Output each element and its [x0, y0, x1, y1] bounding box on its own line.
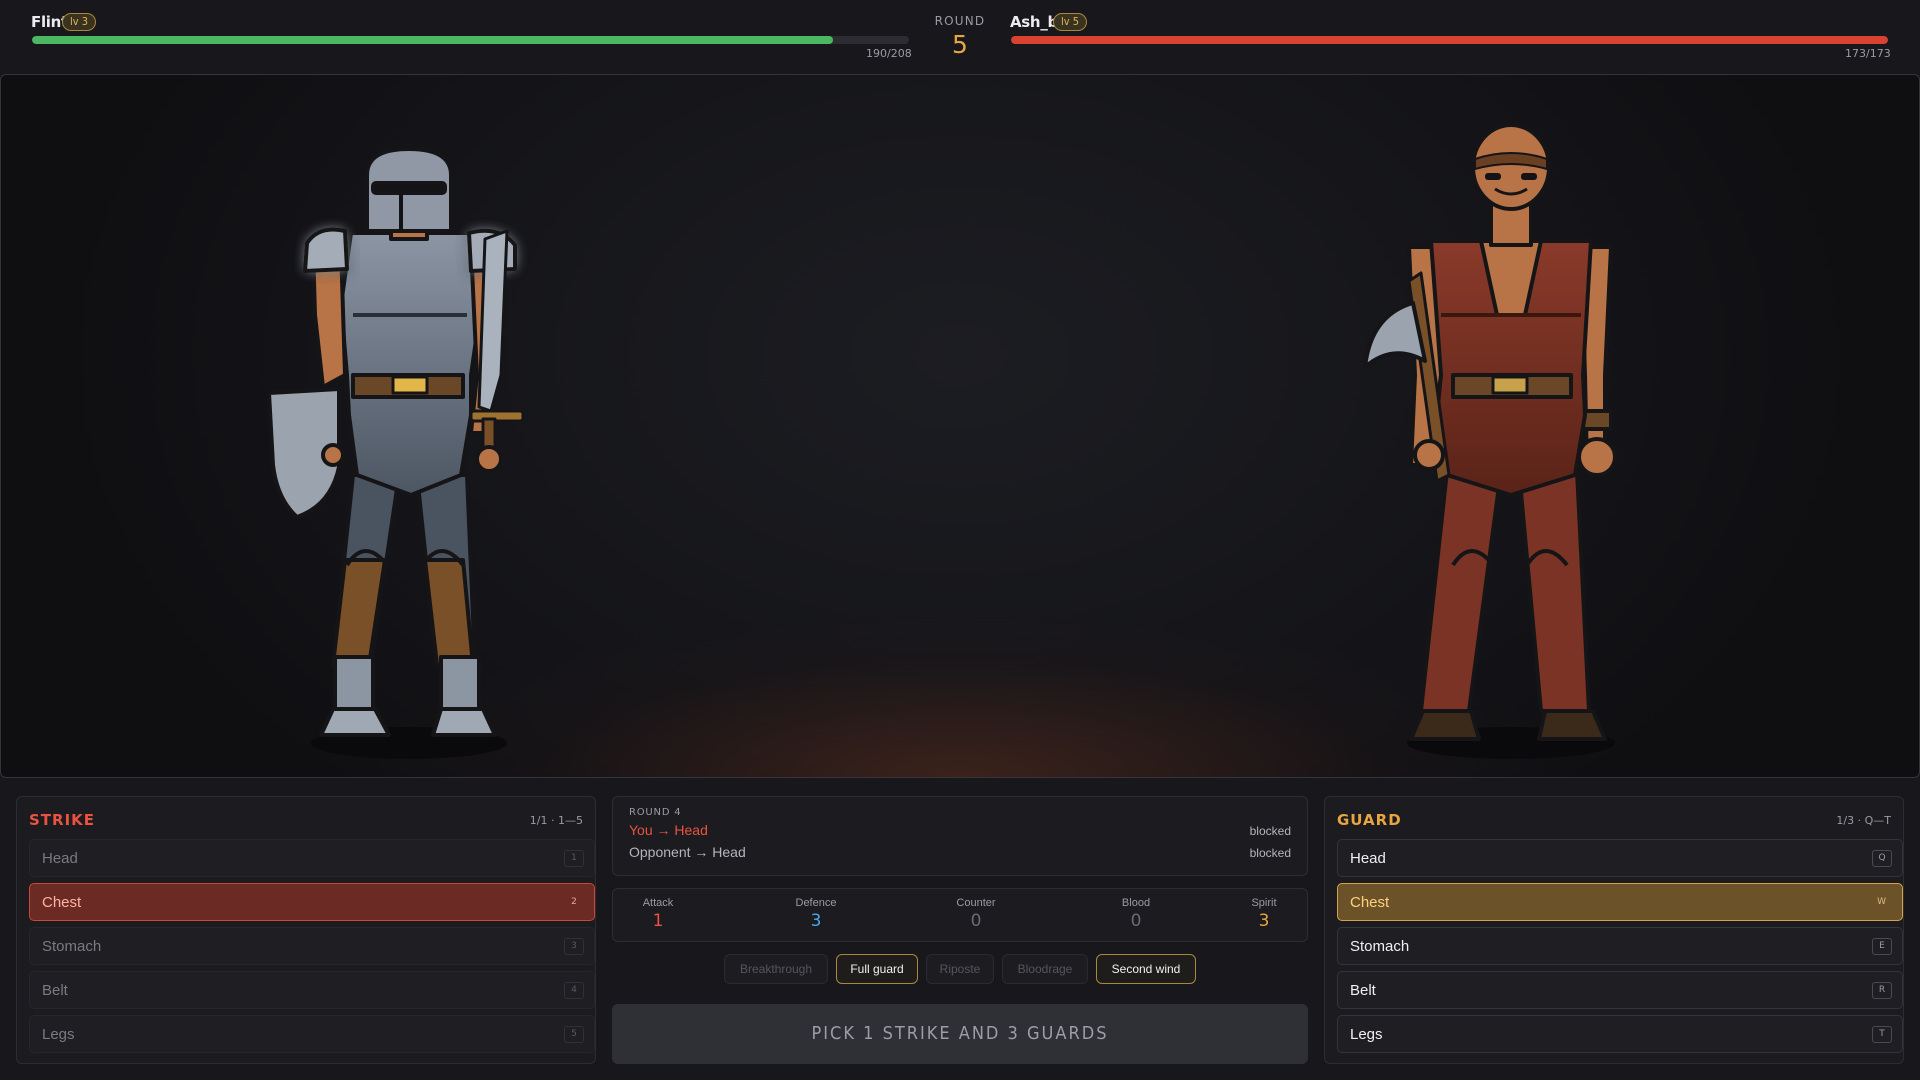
- hotkey-badge: 3: [564, 938, 584, 955]
- guard-meta: 1/3 · Q—T: [1836, 814, 1891, 827]
- strike-option-belt[interactable]: Belt 4: [29, 971, 595, 1009]
- stat-value: 1: [652, 911, 664, 931]
- stat-value: 0: [1130, 911, 1142, 931]
- stat-blood: Blood 0: [1091, 897, 1181, 931]
- strike-option-chest[interactable]: Chest 2: [29, 883, 595, 921]
- strike-option-label: Chest: [42, 894, 82, 911]
- opponent-health-fill: [1011, 36, 1888, 44]
- stat-label: Blood: [1121, 897, 1151, 909]
- stat-counter: Counter 0: [931, 897, 1021, 931]
- guard-option-label: Legs: [1350, 1026, 1383, 1043]
- opponent-health-bar: [1011, 36, 1888, 44]
- ability-breakthrough[interactable]: Breakthrough: [724, 954, 828, 984]
- guard-title: GUARD: [1337, 811, 1402, 829]
- hotkey-badge: 1: [564, 850, 584, 867]
- strike-meta: 1/1 · 1—5: [529, 814, 583, 827]
- guard-panel: GUARD 1/3 · Q—T Head Q Chest W Stomach E…: [1324, 796, 1904, 1064]
- opponent-level-badge: lv 5: [1053, 13, 1088, 31]
- player-level-badge: lv 3: [62, 13, 97, 31]
- stat-spirit: Spirit 3: [1219, 897, 1309, 931]
- guard-option-head[interactable]: Head Q: [1337, 839, 1903, 877]
- hotkey-badge: 5: [564, 1026, 584, 1043]
- guard-option-label: Belt: [1350, 982, 1376, 999]
- stat-label: Attack: [642, 897, 674, 909]
- guard-option-legs[interactable]: Legs T: [1337, 1015, 1903, 1053]
- ability-second-wind[interactable]: Second wind: [1096, 954, 1196, 984]
- ability-full-guard[interactable]: Full guard: [836, 954, 918, 984]
- arena-scene: [267, 123, 1617, 759]
- guard-option-chest[interactable]: Chest W: [1337, 883, 1903, 921]
- strike-option-label: Belt: [42, 982, 68, 999]
- opponent-fighter: [1363, 123, 1617, 759]
- strike-title: STRIKE: [29, 811, 96, 829]
- hotkey-badge: T: [1872, 1026, 1892, 1043]
- player-health-fill: [32, 36, 834, 44]
- combat-log: ROUND 4 You → Head blocked Opponent → He…: [612, 796, 1308, 876]
- strike-option-label: Legs: [42, 1026, 75, 1043]
- stat-value: 0: [970, 911, 982, 931]
- player-fighter: [267, 147, 525, 759]
- stat-defence: Defence 3: [771, 897, 861, 931]
- top-hud: Flint lv 3 190/208 ROUND 5 Ash_bs lv 5 1…: [0, 0, 1920, 74]
- stat-label: Defence: [795, 897, 837, 909]
- confirm-turn-button[interactable]: PICK 1 STRIKE AND 3 GUARDS: [612, 1004, 1308, 1064]
- stat-attack: Attack 1: [613, 897, 703, 931]
- guard-option-belt[interactable]: Belt R: [1337, 971, 1903, 1009]
- hotkey-badge: Q: [1872, 850, 1892, 867]
- hotkey-badge: W: [1877, 897, 1886, 907]
- strike-panel: STRIKE 1/1 · 1—5 Head 1 Chest 2 Stomach …: [16, 796, 596, 1064]
- guard-option-stomach[interactable]: Stomach E: [1337, 927, 1903, 965]
- hotkey-badge: 2: [571, 897, 577, 907]
- player-health-bar: [32, 36, 909, 44]
- opponent-hp-text: 173/173: [1845, 47, 1891, 60]
- stat-label: Spirit: [1251, 897, 1277, 909]
- log-opponent-line: Opponent → Head: [629, 844, 746, 860]
- guard-option-label: Stomach: [1350, 938, 1410, 955]
- stat-value: 3: [1258, 911, 1270, 931]
- log-you-line: You → Head: [629, 822, 708, 838]
- player-hp-text: 190/208: [866, 47, 912, 60]
- arena: [0, 74, 1920, 778]
- log-opponent-result: blocked: [1249, 846, 1291, 860]
- strike-option-stomach[interactable]: Stomach 3: [29, 927, 595, 965]
- round-label: ROUND: [934, 14, 986, 28]
- ability-riposte[interactable]: Riposte: [926, 954, 994, 984]
- strike-option-head[interactable]: Head 1: [29, 839, 595, 877]
- log-you-result: blocked: [1249, 824, 1291, 838]
- strike-option-label: Stomach: [42, 938, 102, 955]
- guard-option-label: Chest: [1350, 894, 1390, 911]
- strike-option-legs[interactable]: Legs 5: [29, 1015, 595, 1053]
- round-number: 5: [952, 30, 968, 59]
- hotkey-badge: 4: [564, 982, 584, 999]
- strike-option-label: Head: [42, 850, 78, 867]
- hotkey-badge: E: [1872, 938, 1892, 955]
- hotkey-badge: R: [1872, 982, 1892, 999]
- ability-bloodrage[interactable]: Bloodrage: [1002, 954, 1088, 984]
- guard-option-label: Head: [1350, 850, 1386, 867]
- stat-label: Counter: [956, 897, 996, 909]
- stats-bar: Attack 1 Defence 3 Counter 0 Blood 0 Spi…: [612, 888, 1308, 942]
- log-round-label: ROUND 4: [629, 807, 682, 818]
- stat-value: 3: [810, 911, 822, 931]
